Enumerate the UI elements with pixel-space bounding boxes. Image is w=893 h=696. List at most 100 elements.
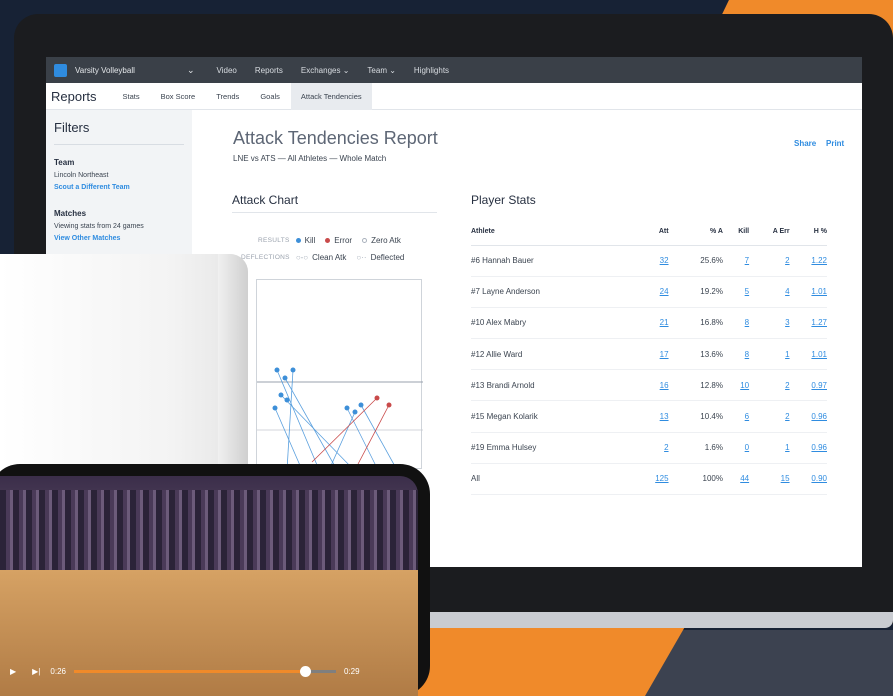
- table-row: #10 Alex Mabry 21 16.8% 8 3 1.27: [471, 307, 827, 340]
- kill-link[interactable]: 0: [722, 432, 750, 464]
- att-link[interactable]: 2: [636, 432, 669, 464]
- attack-chart-title: Attack Chart: [232, 193, 299, 207]
- hitting-link[interactable]: 1.22: [789, 245, 827, 277]
- table-row: #6 Hannah Bauer 32 25.6% 7 2 1.22: [471, 245, 827, 277]
- att-link[interactable]: 21: [636, 307, 669, 340]
- table-row: #7 Layne Anderson 24 19.2% 5 4 1.01: [471, 276, 827, 308]
- paper-sheet: [0, 254, 248, 484]
- deflections-legend: DEFLECTIONS ○-○ Clean Atk ○·· Deflected: [241, 253, 404, 262]
- video-progress-knob[interactable]: [299, 665, 311, 677]
- nav-exchanges[interactable]: Exchanges ⌄: [301, 66, 350, 75]
- hitting-link[interactable]: 0.96: [789, 432, 827, 464]
- percent-cell: 13.6%: [668, 338, 723, 371]
- hitting-link[interactable]: 0.90: [789, 463, 827, 496]
- deflected-line-icon: ○··: [356, 253, 367, 262]
- athlete-cell: #13 Brandi Arnold: [471, 369, 637, 402]
- table-row: #12 Allie Ward 17 13.6% 8 1 1.01: [471, 338, 827, 371]
- paper-roll-shadow: [218, 254, 248, 484]
- attack-chart-divider: [232, 212, 437, 213]
- table-row: #13 Brandi Arnold 16 12.8% 10 2 0.97: [471, 369, 827, 402]
- att-link[interactable]: 17: [636, 338, 669, 371]
- table-header-row: Athlete Att % A Kill A Err H %: [471, 219, 827, 246]
- tab-box-score[interactable]: Box Score: [161, 92, 196, 101]
- hitting-link[interactable]: 0.97: [789, 369, 827, 402]
- column-header[interactable]: A Err: [749, 219, 790, 246]
- attack-error-link[interactable]: 1: [749, 432, 790, 464]
- player-stats-table: Athlete Att % A Kill A Err H % #6 Hannah…: [471, 219, 827, 496]
- column-header[interactable]: Kill: [722, 219, 750, 246]
- athlete-cell: #6 Hannah Bauer: [471, 245, 637, 277]
- video-current-time: 0:26: [50, 666, 66, 676]
- kill-link[interactable]: 6: [722, 400, 750, 433]
- nav-team-label: Team: [367, 65, 387, 75]
- kill-link[interactable]: 8: [722, 307, 750, 340]
- kill-link[interactable]: 7: [722, 245, 750, 277]
- att-link[interactable]: 16: [636, 369, 669, 402]
- attack-error-link[interactable]: 2: [749, 245, 790, 277]
- view-matches-link[interactable]: View Other Matches: [54, 235, 184, 242]
- tab-attack-tendencies[interactable]: Attack Tendencies: [290, 82, 372, 110]
- player-stats-title: Player Stats: [471, 193, 536, 207]
- report-title: Attack Tendencies Report: [233, 128, 438, 148]
- att-link[interactable]: 24: [636, 276, 669, 308]
- column-header[interactable]: Athlete: [471, 219, 637, 246]
- percent-cell: 25.6%: [668, 245, 723, 277]
- deflections-label: DEFLECTIONS: [241, 254, 290, 261]
- hitting-link[interactable]: 1.27: [789, 307, 827, 340]
- athlete-cell: #12 Allie Ward: [471, 338, 637, 371]
- nav-highlights[interactable]: Highlights: [414, 66, 449, 75]
- team-selector[interactable]: Varsity Volleyball: [75, 66, 187, 75]
- nav-exchanges-label: Exchanges: [300, 65, 341, 75]
- athlete-cell: #10 Alex Mabry: [471, 307, 637, 340]
- tab-stats[interactable]: Stats: [123, 92, 140, 101]
- kill-dot-icon: [295, 238, 301, 243]
- app-logo-icon[interactable]: [54, 63, 67, 77]
- athlete-cell: All: [471, 463, 637, 496]
- chevron-down-icon[interactable]: ⌄: [187, 65, 195, 76]
- zero-attack-dot-icon: [362, 238, 368, 243]
- play-icon[interactable]: ▶: [10, 667, 16, 676]
- athlete-cell: #19 Emma Hulsey: [471, 432, 637, 464]
- kill-link[interactable]: 10: [722, 369, 750, 402]
- attack-lines-svg: [257, 367, 423, 471]
- att-link[interactable]: 32: [636, 245, 669, 277]
- print-link[interactable]: Print: [826, 139, 844, 148]
- att-link[interactable]: 125: [636, 463, 669, 496]
- column-header[interactable]: % A: [668, 219, 723, 246]
- percent-cell: 16.8%: [668, 307, 723, 340]
- nav-team[interactable]: Team ⌄: [367, 66, 396, 75]
- attack-error-link[interactable]: 1: [749, 338, 790, 371]
- nav-video[interactable]: Video: [217, 66, 237, 75]
- hitting-link[interactable]: 0.96: [789, 400, 827, 433]
- skip-forward-icon[interactable]: ▶|: [32, 667, 40, 676]
- attack-error-link[interactable]: 2: [749, 369, 790, 402]
- attack-error-link[interactable]: 3: [749, 307, 790, 340]
- kill-link[interactable]: 44: [722, 463, 750, 496]
- share-link[interactable]: Share: [794, 139, 816, 148]
- table-row: All 125 100% 44 15 0.90: [471, 463, 827, 496]
- video-progress-fill: [73, 669, 305, 673]
- kill-link[interactable]: 8: [722, 338, 750, 371]
- reports-subnav: Reports Stats Box Score Trends Goals Att…: [46, 82, 862, 110]
- attack-error-link[interactable]: 2: [749, 400, 790, 433]
- orange-accent-bottom: [390, 618, 690, 696]
- column-header[interactable]: Att: [636, 219, 669, 246]
- legend-zero-atk: Zero Atk: [371, 236, 401, 245]
- column-header[interactable]: H %: [789, 219, 827, 246]
- attack-error-link[interactable]: 15: [749, 463, 790, 496]
- legend-error: Error: [334, 236, 353, 245]
- tab-goals[interactable]: Goals: [260, 92, 280, 101]
- hitting-link[interactable]: 1.01: [789, 276, 827, 308]
- nav-reports[interactable]: Reports: [255, 66, 283, 75]
- percent-cell: 1.6%: [668, 432, 723, 464]
- kill-link[interactable]: 5: [722, 276, 750, 308]
- attack-chart-court: [256, 279, 423, 471]
- att-link[interactable]: 13: [636, 400, 669, 433]
- hitting-link[interactable]: 1.01: [789, 338, 827, 371]
- tab-trends[interactable]: Trends: [216, 92, 239, 101]
- attack-error-link[interactable]: 4: [749, 276, 790, 308]
- percent-cell: 100%: [668, 463, 723, 496]
- scout-team-link[interactable]: Scout a Different Team: [54, 184, 184, 191]
- video-progress-track[interactable]: [73, 665, 336, 677]
- table-row: #19 Emma Hulsey 2 1.6% 0 1 0.96: [471, 432, 827, 464]
